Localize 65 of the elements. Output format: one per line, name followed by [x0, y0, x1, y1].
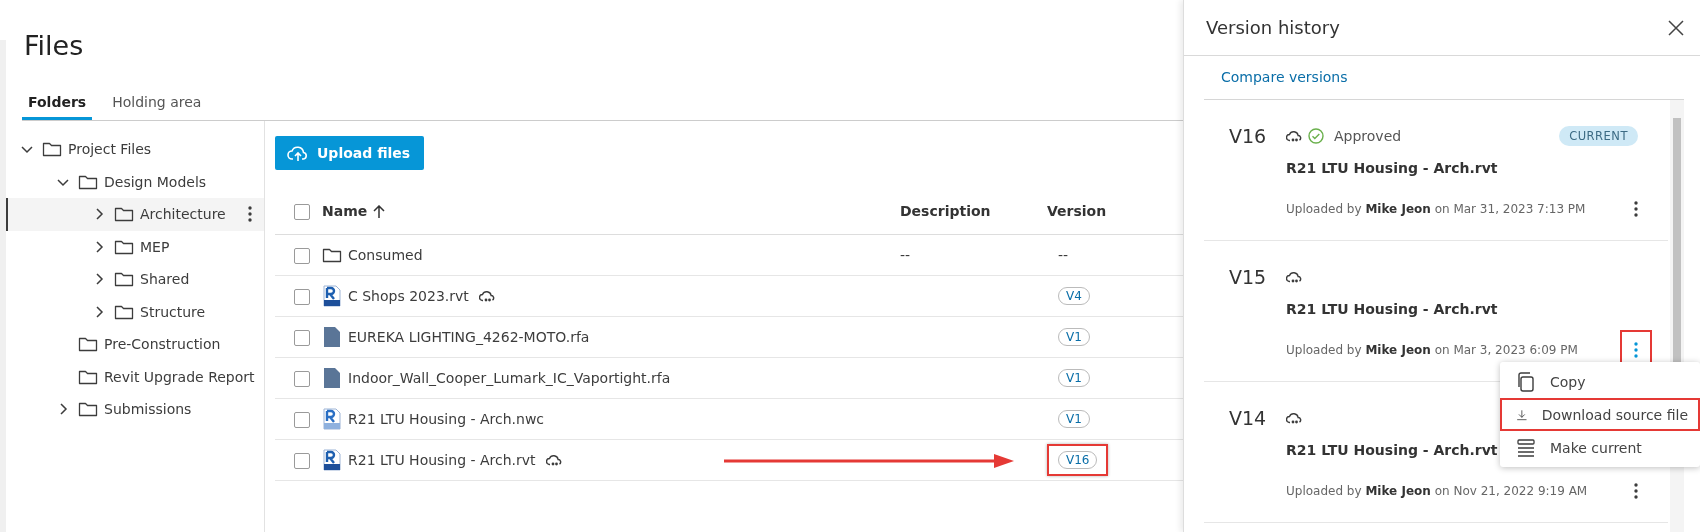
check-circle-icon [1308, 128, 1324, 144]
close-icon[interactable] [1668, 19, 1684, 36]
tree-item[interactable]: Design Models [104, 173, 252, 190]
compare-versions-link[interactable]: Compare versions [1221, 69, 1348, 85]
revit-file-icon [322, 449, 342, 471]
file-name[interactable]: Indoor_Wall_Cooper_Lumark_IC_Vaportight.rfa [348, 370, 671, 386]
file-name[interactable]: C Shops 2023.rvt [348, 288, 469, 304]
folder-icon [114, 270, 134, 289]
folder-icon [114, 205, 134, 224]
tree-item[interactable]: Project Files [68, 141, 252, 158]
tree-item[interactable]: Structure [140, 303, 252, 320]
folder-icon [78, 335, 98, 354]
checkbox[interactable] [294, 247, 310, 264]
file-name[interactable]: R21 LTU Housing - Arch.nwc [348, 411, 545, 427]
file-name[interactable]: R21 LTU Housing - Arch.rvt [348, 452, 536, 468]
version-file-name: R21 LTU Housing - Arch.rvt [1286, 442, 1498, 458]
version-file-name: R21 LTU Housing - Arch.rvt [1286, 160, 1498, 176]
version-file-name: R21 LTU Housing - Arch.rvt [1286, 301, 1498, 317]
checkbox[interactable] [294, 203, 310, 220]
revit-file-icon [322, 285, 342, 307]
tree-item[interactable]: Submissions [104, 401, 252, 418]
navisworks-file-icon [322, 408, 342, 430]
more-icon[interactable] [1634, 483, 1638, 499]
document-icon [322, 326, 342, 348]
checkbox[interactable] [294, 370, 310, 387]
upload-info: Uploaded by Mike Jeon on Mar 3, 2023 6:09 PM [1286, 343, 1578, 357]
column-header[interactable]: Version [1047, 203, 1107, 219]
more-icon[interactable] [248, 206, 252, 223]
document-icon [322, 367, 342, 389]
version-number: V14 [1229, 407, 1268, 431]
more-icon[interactable] [1634, 201, 1638, 217]
tree-item[interactable]: MEP [140, 238, 252, 255]
column-header[interactable]: Name [322, 203, 368, 219]
folder-icon [42, 140, 62, 159]
menu-item[interactable]: Make current [1500, 431, 1700, 464]
cloud-upload-icon [287, 144, 309, 162]
checkbox[interactable] [294, 329, 310, 346]
file-name[interactable]: EUREKA LIGHTING_4262-MOTO.rfa [348, 329, 590, 345]
sort-up-icon[interactable] [373, 205, 386, 219]
column-header[interactable]: Description [900, 203, 991, 219]
table-cell: -- [1058, 247, 1069, 263]
tree-item[interactable]: Revit Upgrade Report [104, 368, 255, 385]
version-number: V16 [1229, 125, 1268, 149]
version-number: V15 [1229, 266, 1268, 290]
checkbox[interactable] [294, 411, 310, 428]
tab[interactable]: Holding area [106, 84, 208, 120]
tree-item[interactable]: Shared [140, 271, 252, 288]
menu-item[interactable]: Copy [1500, 365, 1700, 398]
current-badge: CURRENT [1559, 126, 1638, 146]
page-title: Files [23, 29, 85, 63]
upload-info: Uploaded by Mike Jeon on Nov 21, 2022 9:19 AM [1286, 484, 1588, 498]
table-cell: -- [900, 247, 911, 263]
checkbox[interactable] [294, 288, 310, 305]
status-label: Approved [1334, 128, 1402, 144]
folder-icon [78, 400, 98, 419]
file-name[interactable]: Consumed [348, 247, 423, 263]
menu-item[interactable]: Download source file [1500, 398, 1700, 431]
copy-icon [1516, 371, 1536, 392]
upload-info: Uploaded by Mike Jeon on Mar 31, 2023 7:13 PM [1286, 202, 1586, 216]
stack-icon [1516, 437, 1536, 458]
checkbox[interactable] [294, 452, 310, 469]
folder-icon [322, 246, 342, 264]
tree-item[interactable]: Pre-Construction [104, 336, 252, 353]
panel-title: Version history [1206, 17, 1340, 38]
tab[interactable]: Folders [22, 84, 93, 120]
